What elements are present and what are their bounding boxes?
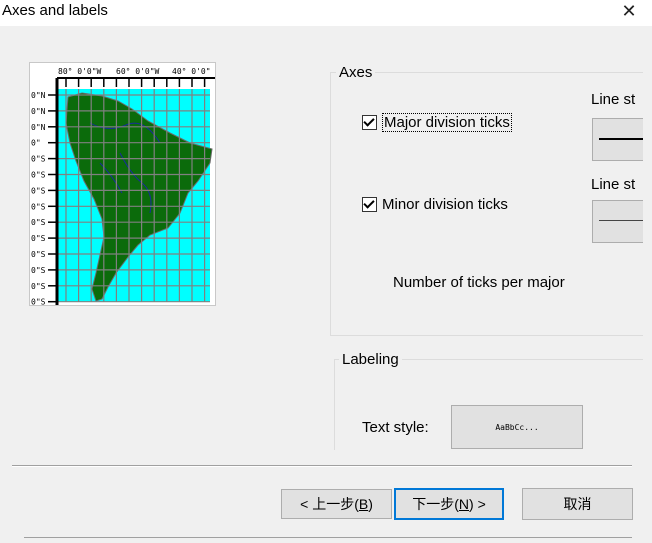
minor-ticks-option[interactable]: Minor division ticks <box>362 196 508 213</box>
next-button-text: 下一步( <box>412 496 459 512</box>
left-axis-label: 0"S <box>31 298 46 305</box>
major-line-sample <box>599 138 643 140</box>
minor-line-style-label: Line st <box>591 176 636 193</box>
next-button[interactable]: 下一步(N) > <box>394 488 504 520</box>
back-button-suffix: ) <box>368 496 373 512</box>
text-style-button[interactable]: AaBbCc... <box>451 405 583 449</box>
left-axis-label: 0"S <box>31 266 46 275</box>
dialog-title: Axes and labels <box>2 2 108 19</box>
axes-group-label: Axes <box>336 64 376 81</box>
labeling-group-label: Labeling <box>339 351 402 368</box>
next-button-mnemonic: N <box>458 496 470 512</box>
minor-line-sample <box>599 220 643 221</box>
left-axis-label: 0"S <box>31 218 46 227</box>
minor-ticks-checkbox[interactable] <box>362 197 377 212</box>
text-style-label: Text style: <box>362 419 429 436</box>
back-button[interactable]: < 上一步(B) <box>281 489 392 519</box>
left-axis-label: 0"S <box>31 186 46 195</box>
map-preview: 80° 0'0"W 60° 0'0"W 40° 0'0" 0"N 0"N 0"N 0"… <box>29 62 216 306</box>
left-axis-label: 0"N <box>31 107 46 116</box>
back-button-text: < 上一步( <box>300 496 359 512</box>
left-axis-label: 0"S <box>31 171 46 180</box>
top-axis-label: 80° 0'0"W <box>58 67 102 76</box>
minor-line-style-button[interactable] <box>592 200 643 243</box>
title-bar: Axes and labels ✕ <box>0 0 652 26</box>
text-style-sample: AaBbCc... <box>495 422 539 432</box>
major-line-style-button[interactable] <box>592 118 643 161</box>
left-axis-label: 0"S <box>31 202 46 211</box>
cancel-button[interactable]: 取消 <box>522 488 633 520</box>
back-button-mnemonic: B <box>358 496 369 512</box>
left-axis-label: 0"N <box>31 123 46 132</box>
top-axis-label: 40° 0'0" <box>172 67 211 76</box>
left-axis-label: 0"S <box>31 250 46 259</box>
next-button-suffix: ) > <box>469 496 486 512</box>
ticks-per-major-label: Number of ticks per major <box>393 274 565 291</box>
major-ticks-option[interactable]: Major division ticks <box>362 113 512 132</box>
preview-map-svg: 80° 0'0"W 60° 0'0"W 40° 0'0" 0"N 0"N 0"N 0"… <box>30 63 215 305</box>
minor-ticks-label: Minor division ticks <box>382 196 508 213</box>
major-ticks-checkbox[interactable] <box>362 115 377 130</box>
left-axis-label: 0" <box>31 139 41 148</box>
left-axis-label: 0"S <box>31 155 46 164</box>
major-line-style-label: Line st <box>591 91 636 108</box>
left-axis-label: 0"S <box>31 234 46 243</box>
left-axis-label: 0"N <box>31 91 46 100</box>
cancel-button-label: 取消 <box>563 496 592 512</box>
separator <box>12 465 632 467</box>
major-ticks-label: Major division ticks <box>382 113 512 132</box>
bottom-edge <box>24 537 632 538</box>
left-axis-label: 0"S <box>31 282 46 291</box>
close-icon[interactable]: ✕ <box>615 0 643 24</box>
top-axis-label: 60° 0'0"W <box>116 67 160 76</box>
